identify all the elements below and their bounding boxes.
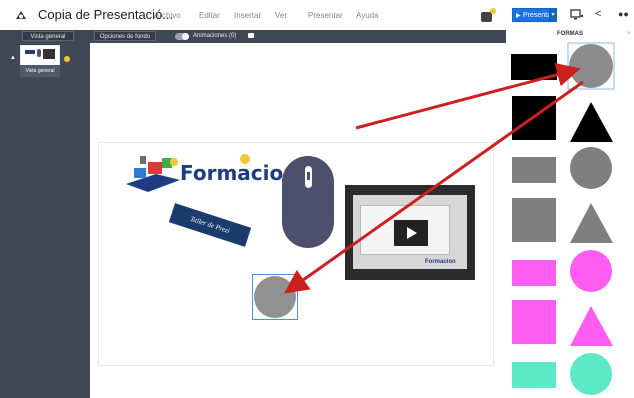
arrow-to-canvas-icon bbox=[284, 80, 584, 294]
arrow-to-shape-icon bbox=[355, 63, 581, 130]
annotation-arrows bbox=[284, 63, 584, 294]
